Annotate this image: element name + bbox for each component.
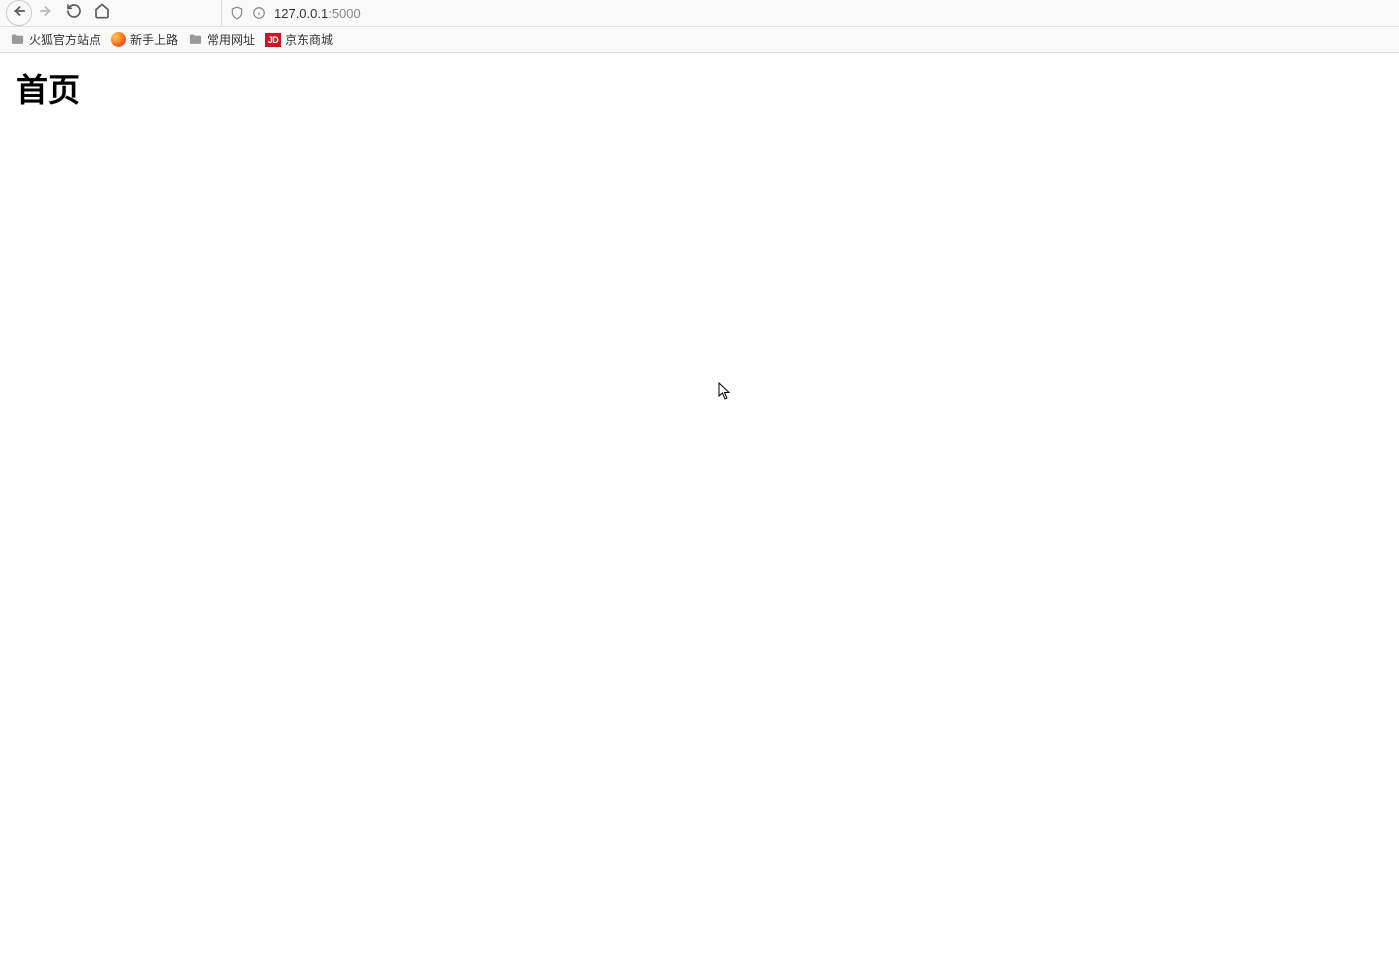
arrow-right-icon <box>38 3 54 24</box>
bookmarks-toolbar: 火狐官方站点 新手上路 常用网址 JD 京东商城 <box>0 27 1399 53</box>
page-content: 首页 <box>0 53 1399 123</box>
info-icon[interactable] <box>252 6 266 20</box>
url-text: 127.0.0.1:5000 <box>274 6 361 21</box>
folder-icon <box>10 32 25 47</box>
page-title: 首页 <box>16 65 1383 111</box>
firefox-icon <box>111 32 126 47</box>
reload-icon <box>66 3 82 24</box>
arrow-left-icon <box>11 3 27 24</box>
reload-button[interactable] <box>60 1 88 25</box>
bookmark-common-sites[interactable]: 常用网址 <box>188 31 255 48</box>
url-host: 127.0.0.1 <box>274 6 328 21</box>
address-bar[interactable]: 127.0.0.1:5000 <box>221 0 1393 26</box>
browser-nav-toolbar: 127.0.0.1:5000 <box>0 0 1399 27</box>
bookmark-getting-started[interactable]: 新手上路 <box>111 31 178 48</box>
shield-icon[interactable] <box>230 6 244 20</box>
bookmark-firefox-official[interactable]: 火狐官方站点 <box>10 31 101 48</box>
url-port: :5000 <box>328 6 361 21</box>
jd-icon: JD <box>265 33 281 47</box>
bookmark-label: 新手上路 <box>130 31 178 48</box>
home-button[interactable] <box>88 1 116 25</box>
mouse-cursor-icon <box>718 382 732 405</box>
bookmark-label: 火狐官方站点 <box>29 31 101 48</box>
bookmark-label: 京东商城 <box>285 31 333 48</box>
back-button[interactable] <box>6 0 32 26</box>
bookmark-label: 常用网址 <box>207 31 255 48</box>
bookmark-jd[interactable]: JD 京东商城 <box>265 31 333 48</box>
folder-icon <box>188 32 203 47</box>
home-icon <box>94 3 110 24</box>
forward-button[interactable] <box>32 1 60 25</box>
